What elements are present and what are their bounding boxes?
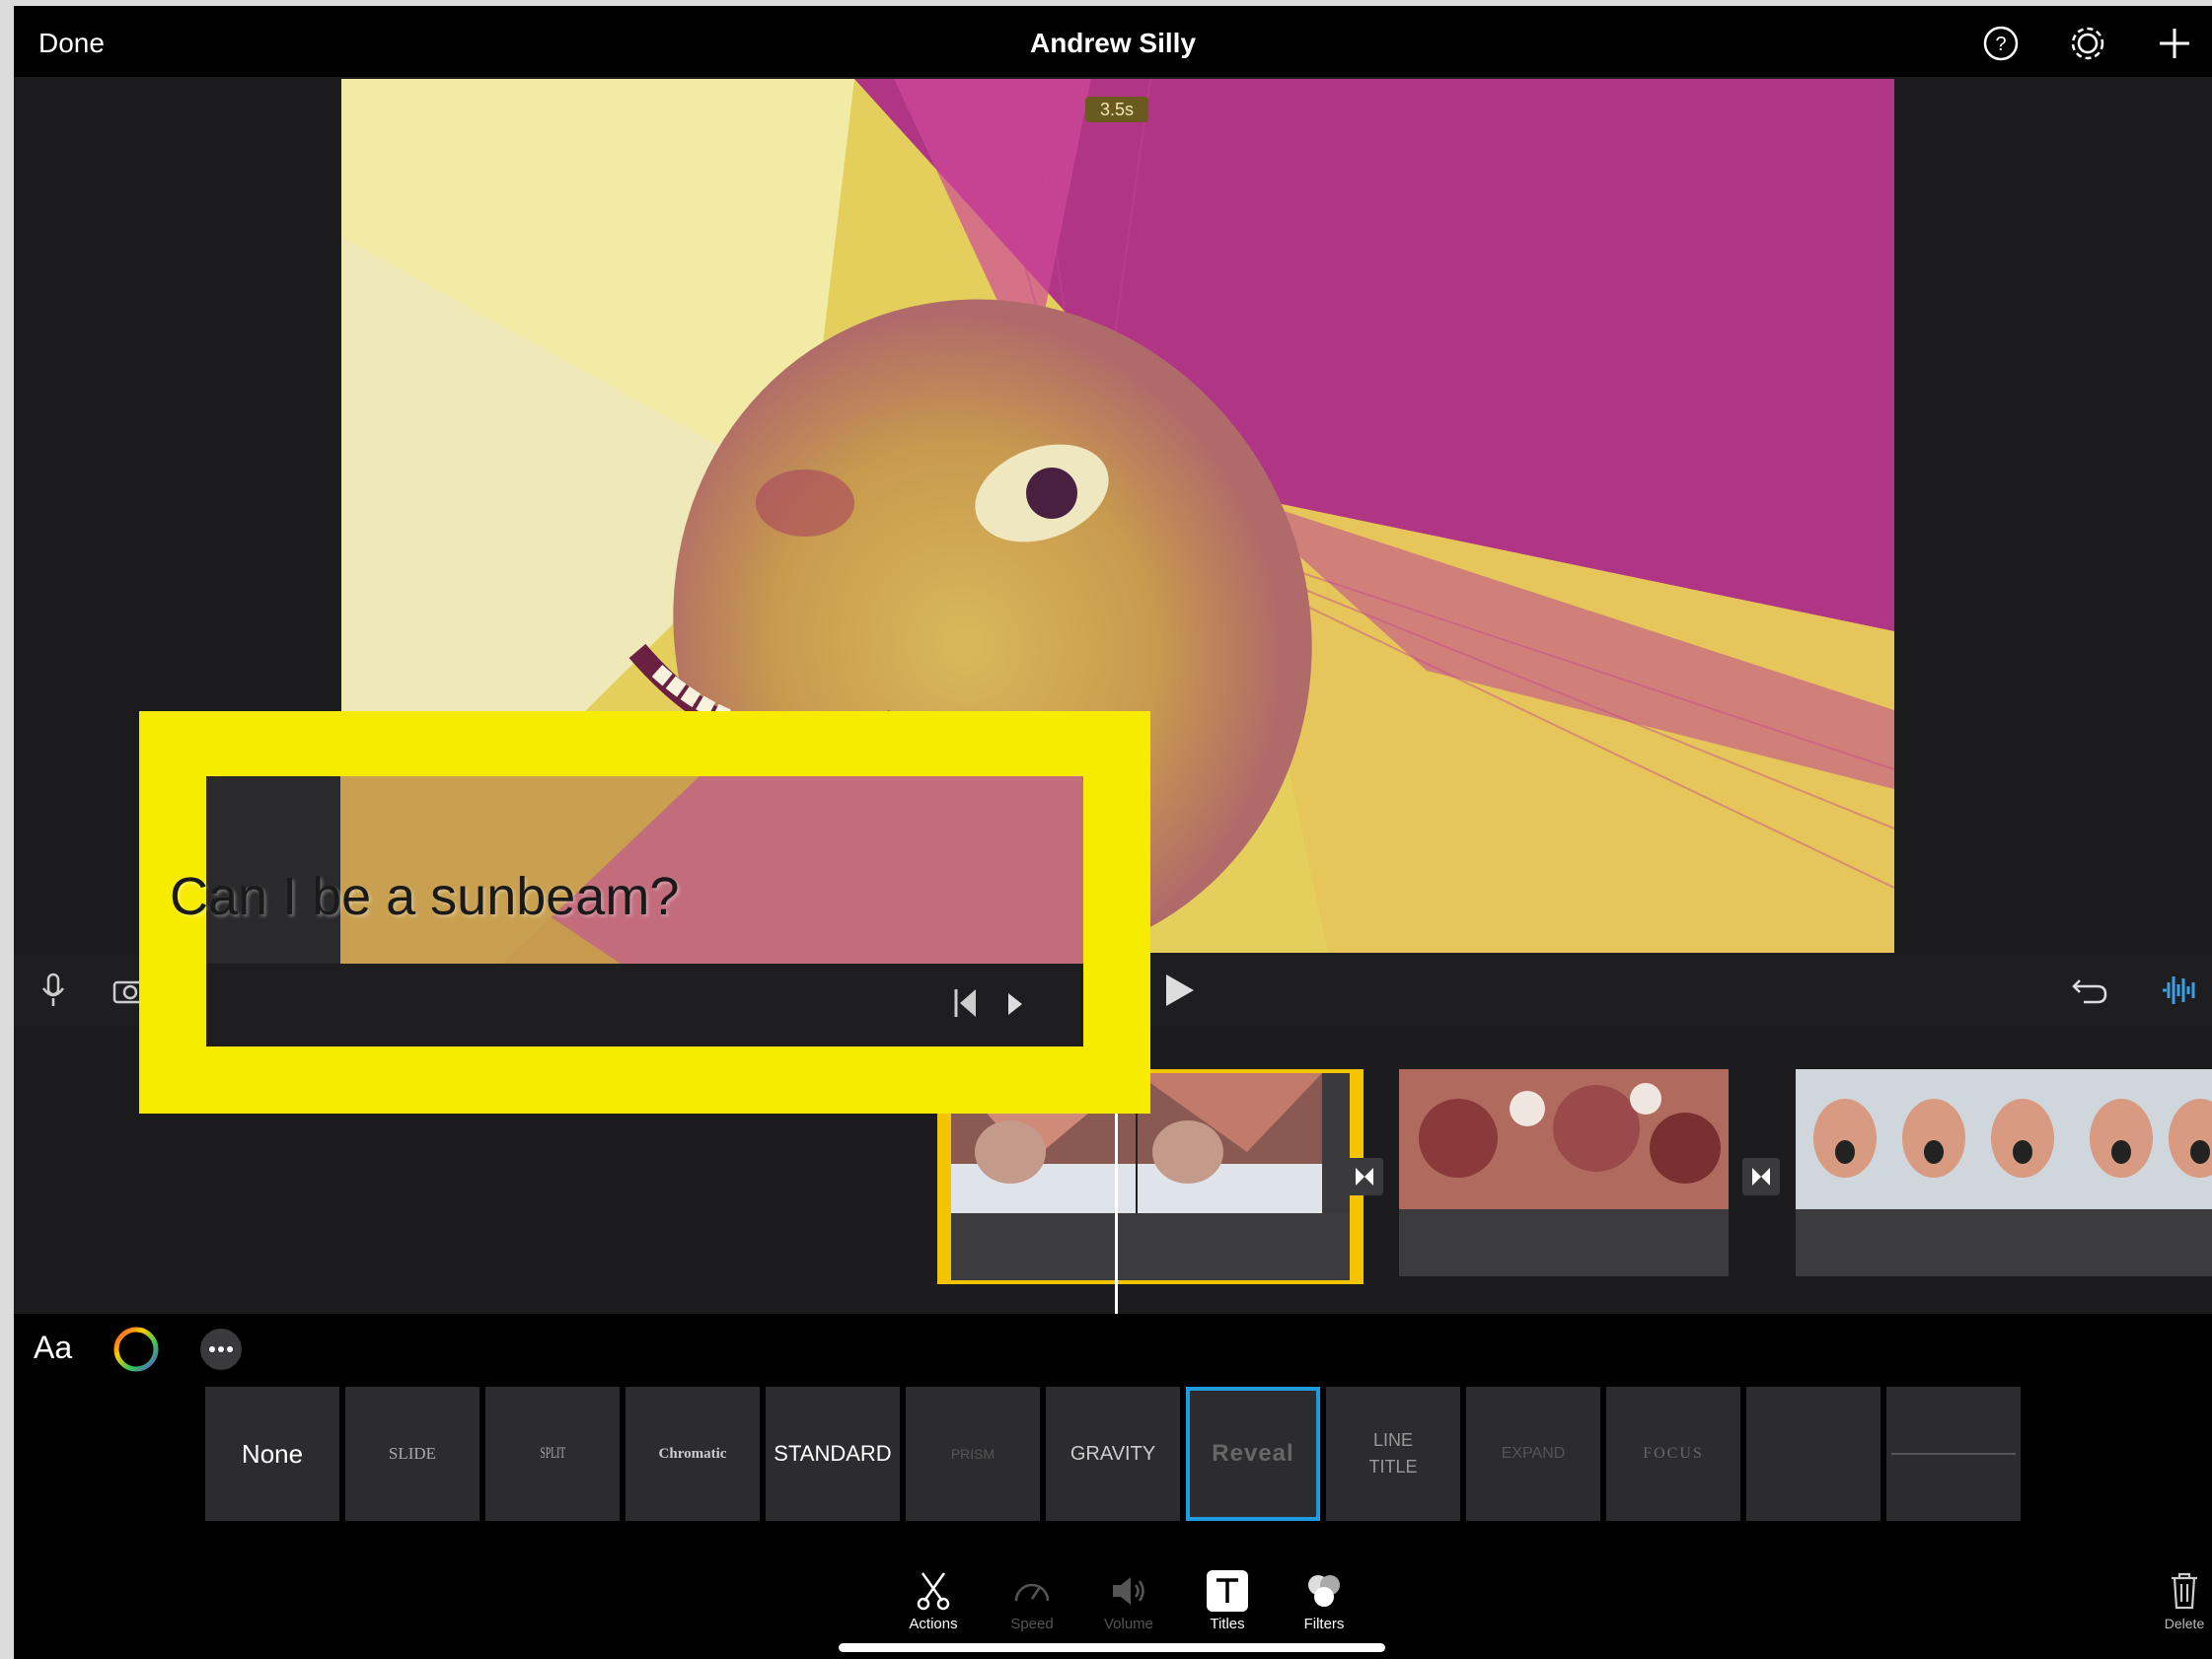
title-style-lower-third[interactable] [1886,1387,2021,1521]
lower-third-line [1891,1453,2016,1455]
title-style-reveal[interactable]: Reveal [1186,1387,1320,1521]
title-style-gravity[interactable]: GRAVITY [1046,1387,1180,1521]
project-title: Andrew Silly [1029,28,1197,58]
transition-icon[interactable] [1346,1158,1383,1195]
tab-speed[interactable]: Speed [993,1566,1071,1632]
speedometer-icon [993,1566,1071,1616]
title-style-focus[interactable]: FOCUS [1606,1387,1740,1521]
timeline-clip[interactable] [1399,1069,1729,1276]
title-style-prism[interactable]: PRISM [906,1387,1040,1521]
title-style-blank[interactable] [1746,1387,1880,1521]
color-picker-icon[interactable] [112,1326,160,1378]
title-style-standard[interactable]: STANDARD [766,1387,900,1521]
trash-icon [2155,1566,2212,1616]
scissors-icon [894,1566,973,1616]
play-icon[interactable] [1162,973,1196,1013]
title-style-chromatic[interactable]: Chromatic [626,1387,760,1521]
clip-thumbnails [1796,1069,2212,1209]
font-button[interactable]: Aa [34,1330,72,1366]
clip-audio-track [951,1213,1350,1280]
undo-icon[interactable] [2070,974,2109,1011]
title-style-none[interactable]: None [205,1387,339,1521]
settings-icon[interactable] [2068,24,2107,63]
clip-audio-track [1796,1209,2212,1276]
timeline-clip[interactable] [1796,1069,2212,1276]
title-style-split[interactable]: SPLIT [485,1387,620,1521]
add-icon[interactable] [2155,24,2194,63]
title-style-line-title[interactable]: LINE TITLE [1326,1387,1460,1521]
clip-thumbnails [1399,1069,1729,1209]
clip-audio-track [1399,1209,1729,1276]
help-icon[interactable]: ? [1981,24,2021,63]
titles-icon [1188,1566,1267,1616]
title-overlay-text[interactable]: Can I be a sunbeam? [170,866,679,927]
microphone-icon[interactable] [41,973,65,1013]
title-style-slide[interactable]: SLIDE [345,1387,479,1521]
filters-icon [1285,1566,1364,1616]
svg-text:?: ? [1995,34,2006,55]
tab-titles[interactable]: Titles [1188,1566,1267,1632]
tab-filters[interactable]: Filters [1285,1566,1364,1632]
tab-volume[interactable]: Volume [1089,1566,1168,1632]
more-options-icon[interactable] [199,1328,243,1376]
speaker-icon [1089,1566,1168,1616]
transition-icon[interactable] [1742,1158,1780,1195]
audio-waveform-icon[interactable] [2161,973,2200,1013]
home-indicator[interactable] [839,1643,1385,1652]
delete-button[interactable]: Delete [2155,1566,2212,1631]
top-bar: Done Andrew Silly ? [14,6,2212,77]
duration-badge: 3.5s [1085,97,1148,122]
title-style-expand[interactable]: EXPAND [1466,1387,1600,1521]
tab-actions[interactable]: Actions [894,1566,973,1632]
